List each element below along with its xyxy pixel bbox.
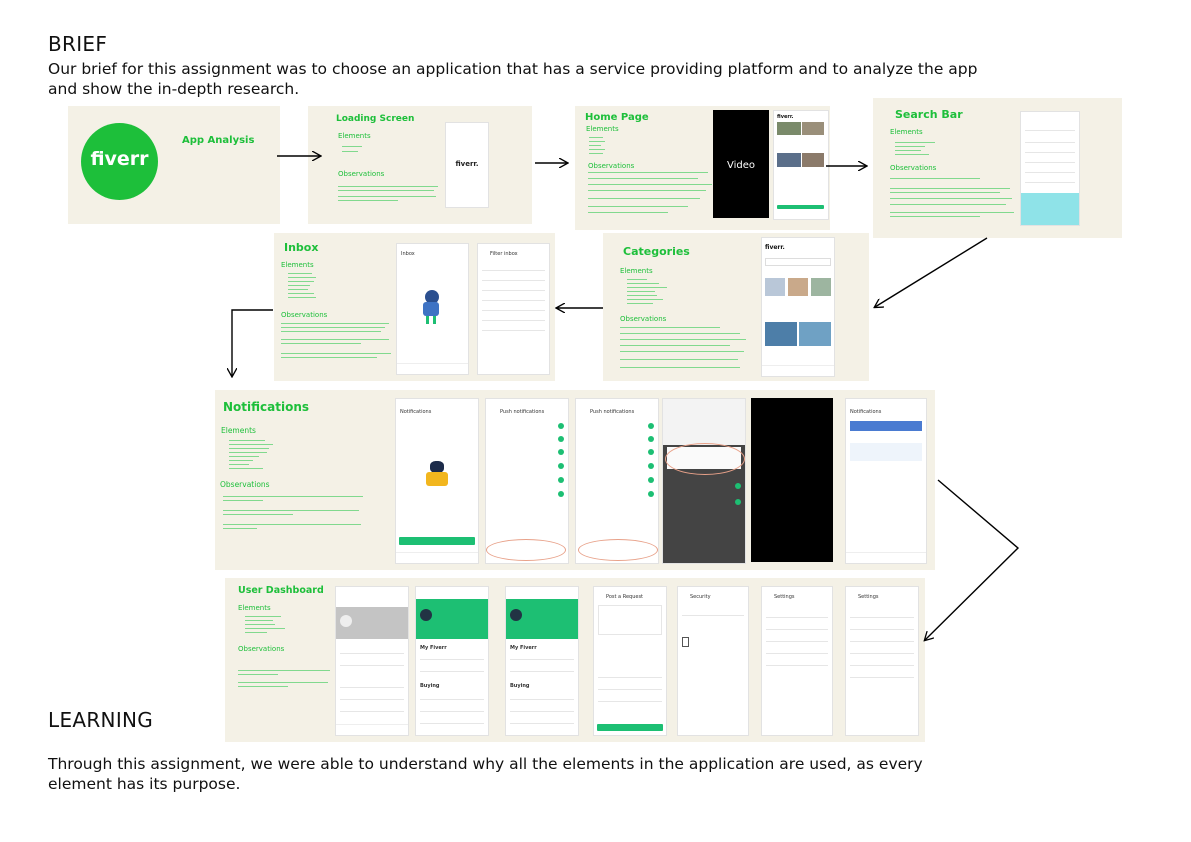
arrow-inbox-to-notifications (232, 309, 273, 376)
flow-arrows (0, 0, 1020, 842)
arrow-search-to-categories (875, 237, 988, 307)
arrow-notifications-to-dashboard (925, 479, 1020, 640)
